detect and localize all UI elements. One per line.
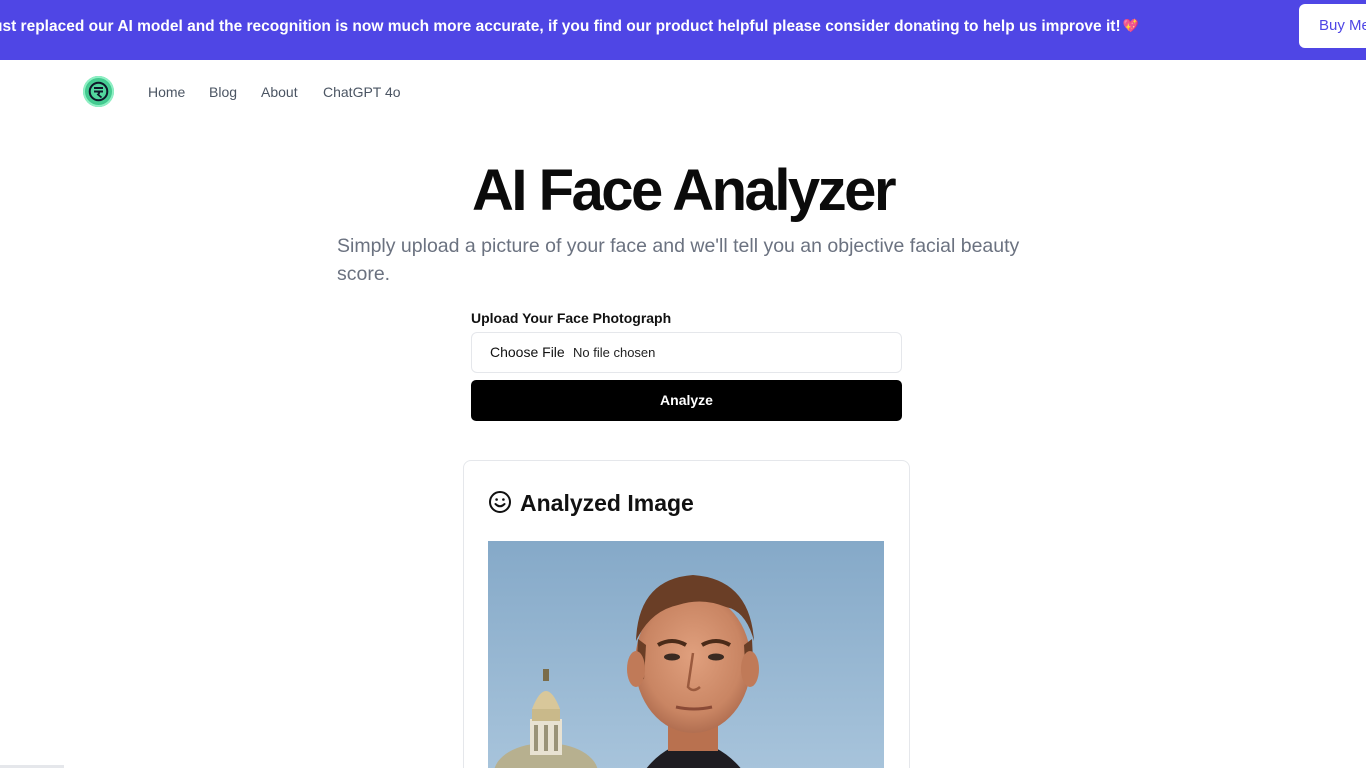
smile-icon — [489, 491, 511, 513]
file-input[interactable]: Choose File No file chosen — [471, 332, 902, 373]
file-status: No file chosen — [573, 345, 656, 360]
page: ust replaced our AI model and the recogn… — [0, 0, 1366, 768]
heart-icon: 💖 — [1122, 18, 1139, 33]
analyzed-image-card: Analyzed Image — [463, 460, 910, 768]
announcement-banner: ust replaced our AI model and the recogn… — [0, 0, 1366, 60]
nav-chatgpt-4o[interactable]: ChatGPT 4o — [323, 83, 401, 101]
upload-label: Upload Your Face Photograph — [471, 310, 672, 326]
analyze-button[interactable]: Analyze — [471, 380, 902, 421]
nav-blog[interactable]: Blog — [209, 83, 237, 101]
analyzed-photo — [488, 541, 884, 768]
page-title: AI Face Analyzer — [471, 158, 897, 223]
nav-home[interactable]: Home — [148, 83, 185, 101]
choose-file-button[interactable]: Choose File — [490, 344, 565, 360]
page-subtitle: Simply upload a picture of your face and… — [337, 235, 1020, 285]
banner-message-text: ust replaced our AI model and the recogn… — [0, 18, 1121, 35]
banner-message: ust replaced our AI model and the recogn… — [0, 0, 1139, 52]
nav-about[interactable]: About — [261, 83, 298, 101]
buy-me-coffee-button[interactable]: Buy Me — [1299, 4, 1366, 48]
logo-icon[interactable] — [83, 76, 114, 107]
portrait-image — [488, 541, 884, 768]
card-title: Analyzed Image — [520, 490, 694, 516]
